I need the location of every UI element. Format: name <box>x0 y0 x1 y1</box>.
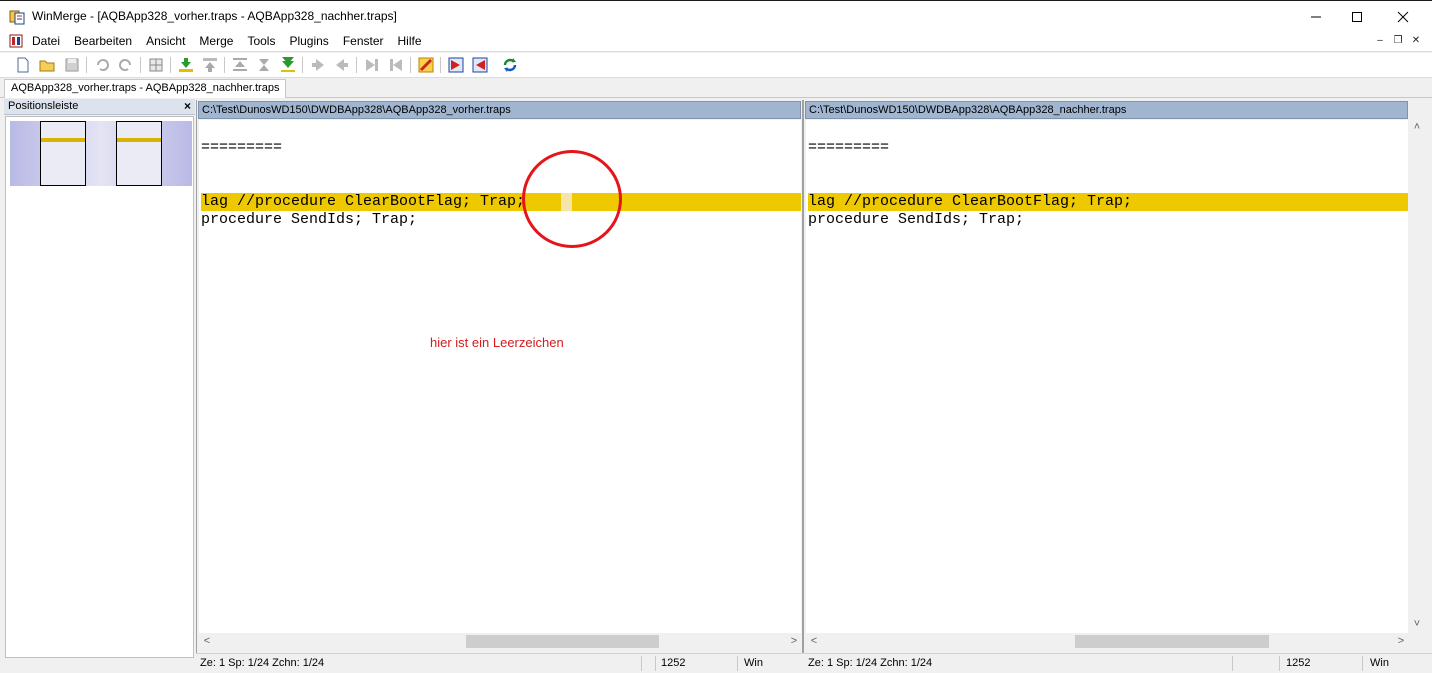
left-cursor-position: Ze: 1 Sp: 1/24 Zchn: 1/24 <box>200 657 325 669</box>
location-map-right-file <box>116 121 162 186</box>
close-window-button[interactable] <box>1380 1 1426 32</box>
menu-plugins[interactable]: Plugins <box>282 31 335 52</box>
right-pane-path: C:\Test\DunosWD150\DWDBApp328\AQBApp328_… <box>805 101 1408 119</box>
all-right-icon[interactable] <box>417 56 435 74</box>
left-pane-path: C:\Test\DunosWD150\DWDBApp328\AQBApp328_… <box>198 101 801 119</box>
mdi-minimize-button[interactable]: – <box>1372 34 1388 48</box>
code-line: lag //procedure ClearBootFlag; Trap; <box>201 193 526 210</box>
open-icon[interactable] <box>38 56 56 74</box>
location-pane-title: Positionsleiste <box>8 100 79 112</box>
undo-icon[interactable] <box>93 56 111 74</box>
right-status-bar: Ze: 1 Sp: 1/24 Zchn: 1/24 1252 Win <box>804 653 1432 673</box>
merge-left-icon[interactable] <box>471 56 489 74</box>
menu-merge[interactable]: Merge <box>192 31 240 52</box>
menu-tools[interactable]: Tools <box>240 31 282 52</box>
location-map-diff-marker <box>41 138 85 142</box>
location-pane: Positionsleiste × <box>4 99 195 659</box>
scroll-thumb[interactable] <box>466 635 659 648</box>
window-title: WinMerge - [AQBApp328_vorher.traps - AQB… <box>32 9 397 23</box>
left-horizontal-scrollbar[interactable]: < > <box>199 633 802 650</box>
code-line: ========= <box>808 139 890 156</box>
all-left-icon[interactable] <box>447 56 465 74</box>
left-eol: Win <box>744 657 763 669</box>
mdi-close-button[interactable]: ✕ <box>1408 34 1424 48</box>
minimize-button[interactable] <box>1293 1 1339 32</box>
location-map[interactable] <box>10 121 192 186</box>
annotation-text: hier ist ein Leerzeichen <box>430 335 564 350</box>
copy-left-advance-icon[interactable] <box>387 56 405 74</box>
redo-icon[interactable] <box>117 56 135 74</box>
save-icon[interactable] <box>63 56 81 74</box>
left-editor[interactable]: ========= lag //procedure ClearBootFlag;… <box>199 120 801 635</box>
right-editor[interactable]: ========= lag //procedure ClearBootFlag;… <box>806 120 1408 635</box>
new-icon[interactable] <box>14 56 32 74</box>
right-horizontal-scrollbar[interactable]: < > <box>806 633 1409 650</box>
next-diff-icon[interactable] <box>177 56 195 74</box>
minimize-icon <box>1311 16 1321 17</box>
code-line: procedure SendIds; Trap; <box>201 211 418 228</box>
code-line: ========= <box>201 139 283 156</box>
right-eol: Win <box>1370 657 1389 669</box>
annotation-circle <box>522 150 622 248</box>
copy-right-icon[interactable] <box>309 56 327 74</box>
close-icon <box>1397 11 1409 22</box>
location-map-left-file <box>40 121 86 186</box>
menu-datei[interactable]: Datei <box>25 31 67 52</box>
scroll-down-icon[interactable]: ˅ <box>1409 616 1425 633</box>
location-pane-header: Positionsleiste × <box>4 99 195 115</box>
vertical-scrollbar[interactable]: ˄ ˅ <box>1409 119 1425 633</box>
mdi-restore-button[interactable]: ❐ <box>1390 34 1406 48</box>
location-map-diff-marker <box>117 138 161 142</box>
scroll-left-icon[interactable]: < <box>806 633 822 650</box>
scroll-right-icon[interactable]: > <box>786 633 802 650</box>
left-codepage: 1252 <box>661 657 686 669</box>
maximize-button[interactable] <box>1334 1 1380 32</box>
scroll-up-icon[interactable]: ˄ <box>1409 119 1425 136</box>
scroll-left-icon[interactable]: < <box>199 633 215 650</box>
menu-fenster[interactable]: Fenster <box>336 31 391 52</box>
last-diff-icon[interactable] <box>279 56 297 74</box>
refresh-icon[interactable] <box>501 56 519 74</box>
prev-diff-icon[interactable] <box>201 56 219 74</box>
scroll-right-icon[interactable]: > <box>1393 633 1409 650</box>
menu-ansicht[interactable]: Ansicht <box>139 31 192 52</box>
document-tab-bar: AQBApp328_vorher.traps - AQBApp328_nachh… <box>0 79 1432 98</box>
options-icon[interactable] <box>147 56 165 74</box>
right-codepage: 1252 <box>1286 657 1311 669</box>
toolbar <box>0 53 1432 78</box>
winmerge-app-icon[interactable] <box>9 9 25 25</box>
menu-bearbeiten[interactable]: Bearbeiten <box>67 31 139 52</box>
code-line: lag //procedure ClearBootFlag; Trap; <box>808 193 1133 210</box>
code-line: procedure SendIds; Trap; <box>808 211 1025 228</box>
scroll-thumb[interactable] <box>1075 635 1269 648</box>
right-cursor-position: Ze: 1 Sp: 1/24 Zchn: 1/24 <box>808 657 933 669</box>
current-diff-icon[interactable] <box>255 56 273 74</box>
location-pane-close-icon[interactable]: × <box>184 99 191 113</box>
maximize-icon <box>1352 11 1362 22</box>
document-menu-icon[interactable] <box>9 34 23 48</box>
left-status-bar: Ze: 1 Sp: 1/24 Zchn: 1/24 1252 Win <box>196 653 803 673</box>
tab-compare[interactable]: AQBApp328_vorher.traps - AQBApp328_nachh… <box>4 79 287 98</box>
copy-left-icon[interactable] <box>333 56 351 74</box>
location-pane-body[interactable] <box>5 116 194 658</box>
copy-right-advance-icon[interactable] <box>363 56 381 74</box>
title-bar: WinMerge - [AQBApp328_vorher.traps - AQB… <box>0 0 1432 31</box>
first-diff-icon[interactable] <box>231 56 249 74</box>
menu-bar: Datei Bearbeiten Ansicht Merge Tools Plu… <box>0 31 1432 52</box>
menu-hilfe[interactable]: Hilfe <box>391 31 429 52</box>
